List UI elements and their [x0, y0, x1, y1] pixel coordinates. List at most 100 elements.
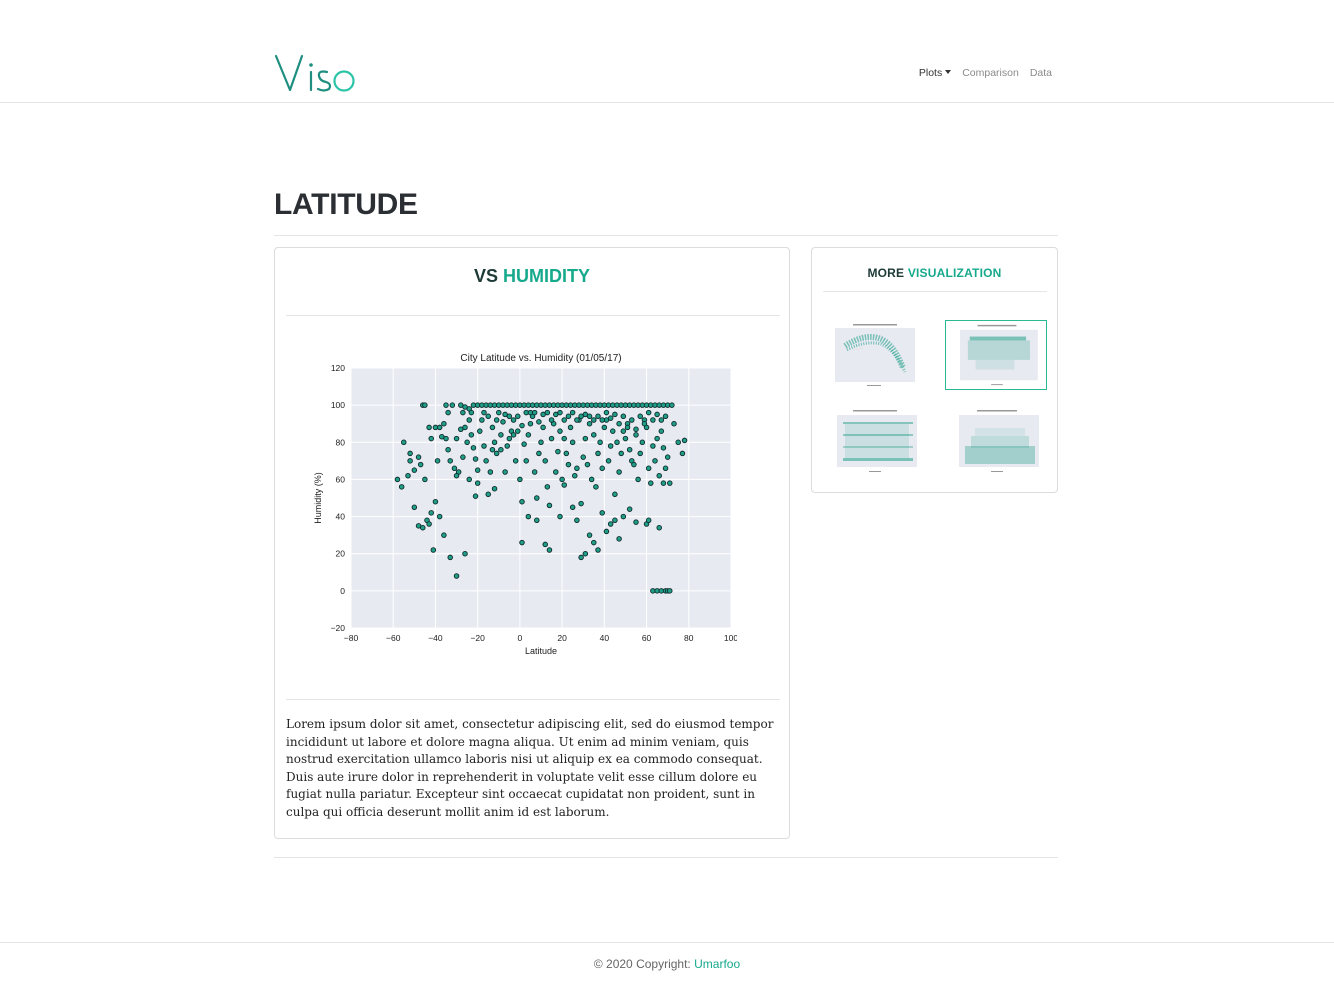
data-point — [650, 417, 656, 423]
data-point — [491, 439, 498, 446]
data-point — [477, 428, 483, 434]
data-point — [620, 413, 627, 420]
data-point — [479, 417, 485, 423]
data-point — [544, 484, 551, 490]
data-point — [422, 476, 428, 483]
data-point — [466, 476, 472, 483]
data-point — [517, 476, 523, 483]
heading-accent: HUMIDITY — [503, 266, 591, 286]
data-point — [607, 521, 614, 527]
data-point — [449, 402, 456, 408]
data-point — [582, 435, 589, 442]
data-point — [544, 409, 551, 416]
data-point — [557, 428, 563, 434]
y-tick-label: 20 — [336, 549, 346, 559]
data-point — [398, 484, 405, 490]
data-point — [597, 439, 603, 446]
data-point — [569, 409, 576, 416]
main-card: VS HUMIDITY −80 −60 −40 −20 0 20 40 60 80 100 −20 0… — [274, 247, 790, 839]
data-point — [557, 513, 563, 520]
data-point — [394, 476, 401, 483]
data-point — [658, 417, 665, 423]
side-card-heading: MORE VISUALIZATION — [812, 266, 1057, 280]
data-point — [527, 420, 534, 427]
data-point — [648, 480, 654, 486]
nav-comparison[interactable]: Comparison — [962, 67, 1019, 79]
data-point — [561, 417, 567, 423]
data-point — [569, 439, 576, 446]
data-point — [491, 485, 498, 492]
data-point — [614, 439, 620, 446]
data-point — [441, 420, 447, 427]
data-point — [548, 417, 555, 423]
data-point — [474, 480, 481, 486]
x-tick-label: −60 — [386, 633, 401, 643]
page-title: LATITUDE — [274, 188, 418, 221]
data-point — [669, 402, 675, 408]
data-point — [595, 450, 601, 457]
footer-author-link[interactable]: Umarfoo — [694, 957, 740, 971]
data-point — [443, 402, 449, 408]
data-point — [650, 443, 656, 449]
data-point — [620, 513, 627, 520]
data-point — [641, 420, 648, 427]
footer-copyright: © 2020 Copyright: — [593, 957, 691, 971]
data-point — [512, 458, 519, 464]
data-point — [612, 517, 618, 524]
data-point — [436, 424, 443, 431]
thumbnail-humidity[interactable] — [945, 320, 1047, 390]
data-point — [645, 517, 652, 524]
data-point — [531, 469, 538, 475]
data-point — [496, 409, 502, 416]
data-point — [561, 435, 567, 442]
data-point — [664, 454, 671, 460]
nav-plots-dropdown[interactable]: Plots — [919, 67, 952, 79]
data-point — [434, 458, 441, 464]
y-tick-label: 100 — [331, 400, 345, 410]
data-point — [586, 420, 593, 427]
data-point — [485, 491, 491, 498]
data-point — [474, 467, 481, 473]
data-point — [506, 413, 513, 420]
thumbnail-max-temperature[interactable] — [823, 320, 925, 390]
data-point — [498, 432, 504, 438]
data-point — [420, 524, 426, 531]
data-point — [607, 443, 614, 449]
data-point — [591, 539, 597, 546]
data-point — [445, 409, 451, 416]
data-point — [557, 409, 563, 416]
data-point — [453, 573, 460, 579]
data-point — [565, 461, 572, 468]
main-card-heading: VS HUMIDITY — [275, 266, 789, 287]
thumbnail-wind-speed[interactable] — [945, 406, 1047, 476]
data-point — [515, 428, 521, 434]
data-point — [401, 439, 407, 446]
data-point — [445, 446, 451, 453]
data-point — [631, 461, 637, 468]
y-tick-label: 0 — [340, 586, 345, 596]
data-point — [546, 547, 553, 553]
y-axis-label: Humidity (%) — [313, 472, 323, 524]
data-point — [660, 445, 667, 451]
data-point — [453, 472, 460, 479]
nav-data[interactable]: Data — [1030, 67, 1052, 79]
data-point — [586, 413, 593, 420]
data-point — [525, 432, 532, 438]
data-point — [605, 458, 612, 464]
data-point — [407, 458, 413, 464]
data-point — [599, 465, 605, 472]
data-point — [565, 413, 572, 420]
data-point — [622, 435, 629, 442]
data-point — [460, 454, 466, 460]
data-point — [504, 443, 510, 449]
data-point — [572, 472, 578, 479]
x-tick-label: 20 — [557, 633, 567, 643]
data-point — [453, 435, 460, 442]
data-point — [616, 420, 622, 427]
data-point — [485, 413, 491, 420]
thumbnail-cloudiness[interactable] — [823, 406, 925, 476]
data-point — [620, 428, 627, 434]
viso-logo[interactable] — [274, 52, 358, 96]
data-point — [633, 519, 639, 525]
card-divider-top — [286, 315, 780, 316]
